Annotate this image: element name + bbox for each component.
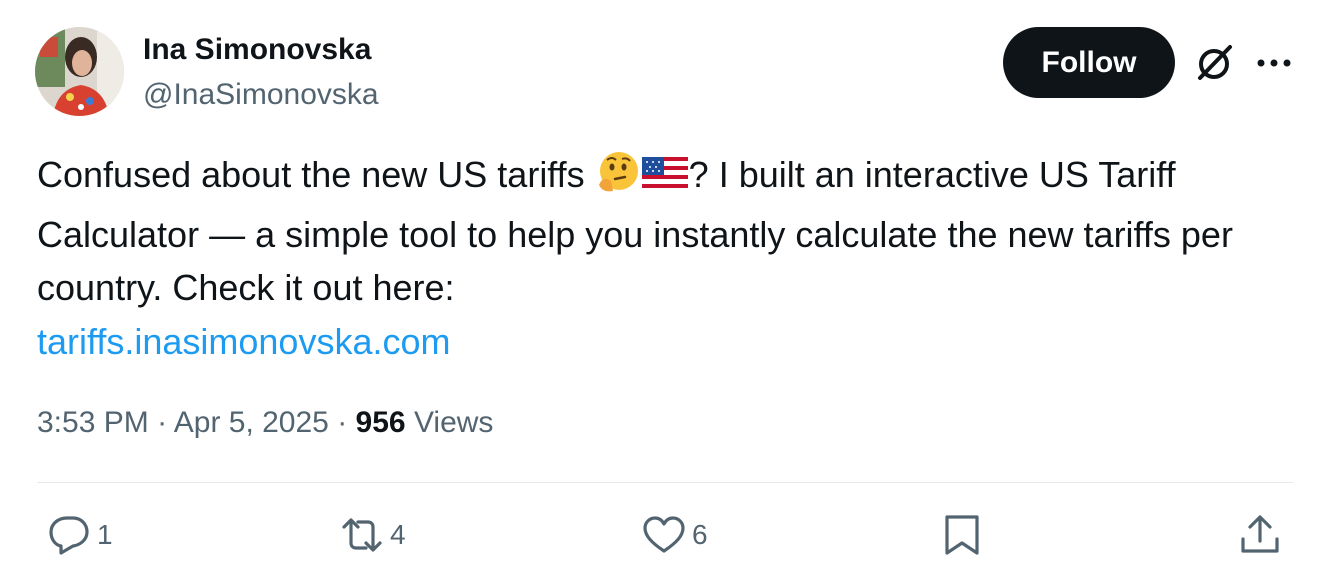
tweet-meta: 3:53 PM · Apr 5, 2025 · 956 Views (37, 403, 493, 443)
divider (37, 482, 1293, 483)
retweet-icon (342, 518, 382, 552)
thinking-face-emoji (595, 151, 641, 208)
tweet-time[interactable]: 3:53 PM (37, 406, 149, 439)
retweet-button[interactable]: 4 (340, 508, 406, 562)
heart-icon (643, 516, 685, 553)
bookmark-button[interactable] (940, 508, 984, 562)
reply-icon (49, 516, 89, 555)
grok-icon[interactable] (1192, 41, 1236, 85)
reply-button[interactable]: 1 (47, 508, 113, 562)
more-options-icon[interactable] (1254, 50, 1294, 76)
share-icon (1241, 515, 1279, 553)
tweet-text: Confused about the new US tariffs ? I bu… (37, 148, 1297, 368)
views-count: 956 (355, 406, 406, 439)
author-handle[interactable]: @InaSimonovska (143, 76, 379, 114)
us-flag-emoji (641, 154, 689, 208)
views-label: Views (405, 406, 494, 439)
like-button[interactable]: 6 (642, 508, 708, 562)
bookmark-icon (945, 515, 979, 555)
tweet-link[interactable]: tariffs.inasimonovska.com (37, 315, 1297, 369)
meta-separator: · (148, 406, 174, 439)
retweet-count: 4 (390, 519, 406, 550)
tweet-text-part1: Confused about the new US tariffs (37, 154, 595, 195)
reply-count: 1 (97, 519, 113, 550)
tweet-date[interactable]: Apr 5, 2025 (174, 406, 329, 439)
avatar[interactable] (35, 27, 124, 116)
tweet-card: Ina Simonovska @InaSimonovska Follow Con… (0, 0, 1328, 588)
follow-button[interactable]: Follow (1003, 27, 1175, 98)
meta-separator: · (328, 406, 356, 439)
like-count: 6 (692, 519, 708, 550)
author-display-name[interactable]: Ina Simonovska (143, 30, 371, 70)
avatar-photo (35, 27, 124, 116)
share-button[interactable] (1238, 508, 1282, 562)
